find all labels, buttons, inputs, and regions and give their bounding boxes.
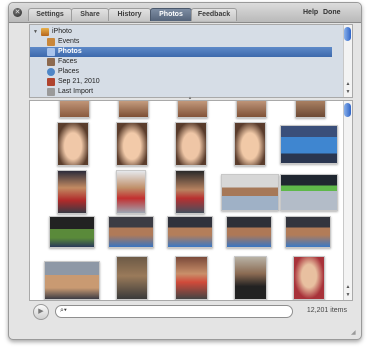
tab-bar: ✕ Settings Share History Photos Feedback… <box>9 3 361 23</box>
photo-thumbnail[interactable] <box>226 216 272 248</box>
source-list: ▼ iPhoto Events Photos Faces Places Sep … <box>29 24 353 98</box>
photo-thumbnail[interactable] <box>175 170 205 214</box>
photo-thumbnail[interactable] <box>116 122 148 166</box>
photo-thumbnail[interactable] <box>293 256 325 300</box>
photos-icon <box>47 48 55 56</box>
last-import-icon <box>47 88 55 96</box>
source-root-iphoto[interactable]: ▼ iPhoto <box>30 27 332 37</box>
source-item-event-date[interactable]: Sep 21, 2010 <box>30 77 332 87</box>
photo-thumbnail[interactable] <box>280 174 338 211</box>
photo-thumbnail[interactable] <box>280 125 338 164</box>
source-item-places[interactable]: Places <box>30 67 332 77</box>
source-item-label: Last Import <box>58 88 94 95</box>
source-item-faces[interactable]: Faces <box>30 57 332 67</box>
photo-thumbnail[interactable] <box>57 122 89 166</box>
photo-thumbnail[interactable] <box>234 122 266 166</box>
source-root-label: iPhoto <box>52 28 72 35</box>
status-bar: ▶ ⌕▾ 12,201 items <box>29 301 351 323</box>
photo-thumbnail[interactable] <box>59 101 90 118</box>
close-icon[interactable]: ✕ <box>13 8 22 17</box>
photo-thumbnail[interactable] <box>175 256 208 300</box>
source-item-photos[interactable]: Photos <box>30 47 332 57</box>
help-button[interactable]: Help <box>303 9 318 16</box>
photo-browser: ▲ ▼ <box>29 100 353 301</box>
events-icon <box>47 38 55 46</box>
photo-picker-window: ✕ Settings Share History Photos Feedback… <box>8 2 362 340</box>
faces-icon <box>47 58 55 66</box>
done-button[interactable]: Done <box>323 9 341 16</box>
play-icon[interactable]: ▶ <box>33 304 49 320</box>
source-item-label: Photos <box>58 48 82 55</box>
scroll-down-arrow-icon[interactable]: ▼ <box>344 89 352 96</box>
scroll-thumb[interactable] <box>344 27 351 41</box>
source-item-label: Places <box>58 68 80 75</box>
tab-feedback[interactable]: Feedback <box>191 8 237 21</box>
photo-thumbnail[interactable] <box>49 216 95 248</box>
tab-photos[interactable]: Photos <box>150 8 192 21</box>
photo-thumbnail[interactable] <box>234 256 267 300</box>
source-item-label: Faces <box>58 58 78 65</box>
tab-settings[interactable]: Settings <box>28 8 72 21</box>
source-item-label: Sep 21, 2010 <box>58 78 100 85</box>
scroll-up-arrow-icon[interactable]: ▲ <box>344 81 352 88</box>
photo-thumbnail[interactable] <box>116 256 148 300</box>
photo-thumbnail[interactable] <box>167 216 213 248</box>
photo-thumbnail[interactable] <box>221 174 279 211</box>
tab-share[interactable]: Share <box>71 8 109 21</box>
photo-thumbnail[interactable] <box>108 216 154 248</box>
photo-thumbnail[interactable] <box>236 101 267 118</box>
resize-grip-icon[interactable]: ◢ <box>351 329 359 337</box>
tab-history[interactable]: History <box>108 8 151 21</box>
iphoto-icon <box>41 28 49 36</box>
source-item-label: Events <box>58 38 80 45</box>
photo-thumbnail[interactable] <box>57 170 87 214</box>
scroll-up-arrow-icon[interactable]: ▲ <box>344 284 352 291</box>
photo-thumbnail[interactable] <box>177 101 208 118</box>
scroll-thumb[interactable] <box>344 103 351 117</box>
photo-thumbnail[interactable] <box>285 216 331 248</box>
search-field[interactable]: ⌕▾ <box>55 305 293 318</box>
item-count: 12,201 items <box>306 307 347 314</box>
photo-thumbnail[interactable] <box>295 101 326 118</box>
disclosure-triangle-icon[interactable]: ▼ <box>33 27 38 37</box>
photo-thumbnail[interactable] <box>44 261 100 300</box>
photo-thumbnail[interactable] <box>175 122 207 166</box>
search-icon: ⌕▾ <box>60 307 67 314</box>
source-item-last-import[interactable]: Last Import <box>30 87 332 97</box>
event-thumbnail-icon <box>47 78 55 86</box>
photo-thumbnail[interactable] <box>116 170 146 214</box>
places-icon <box>47 68 55 76</box>
photo-browser-scrollbar[interactable]: ▲ ▼ <box>343 101 352 300</box>
scroll-down-arrow-icon[interactable]: ▼ <box>344 292 352 299</box>
source-list-scrollbar[interactable]: ▲ ▼ <box>343 25 352 97</box>
source-item-events[interactable]: Events <box>30 37 332 47</box>
photo-thumbnail[interactable] <box>118 101 149 118</box>
